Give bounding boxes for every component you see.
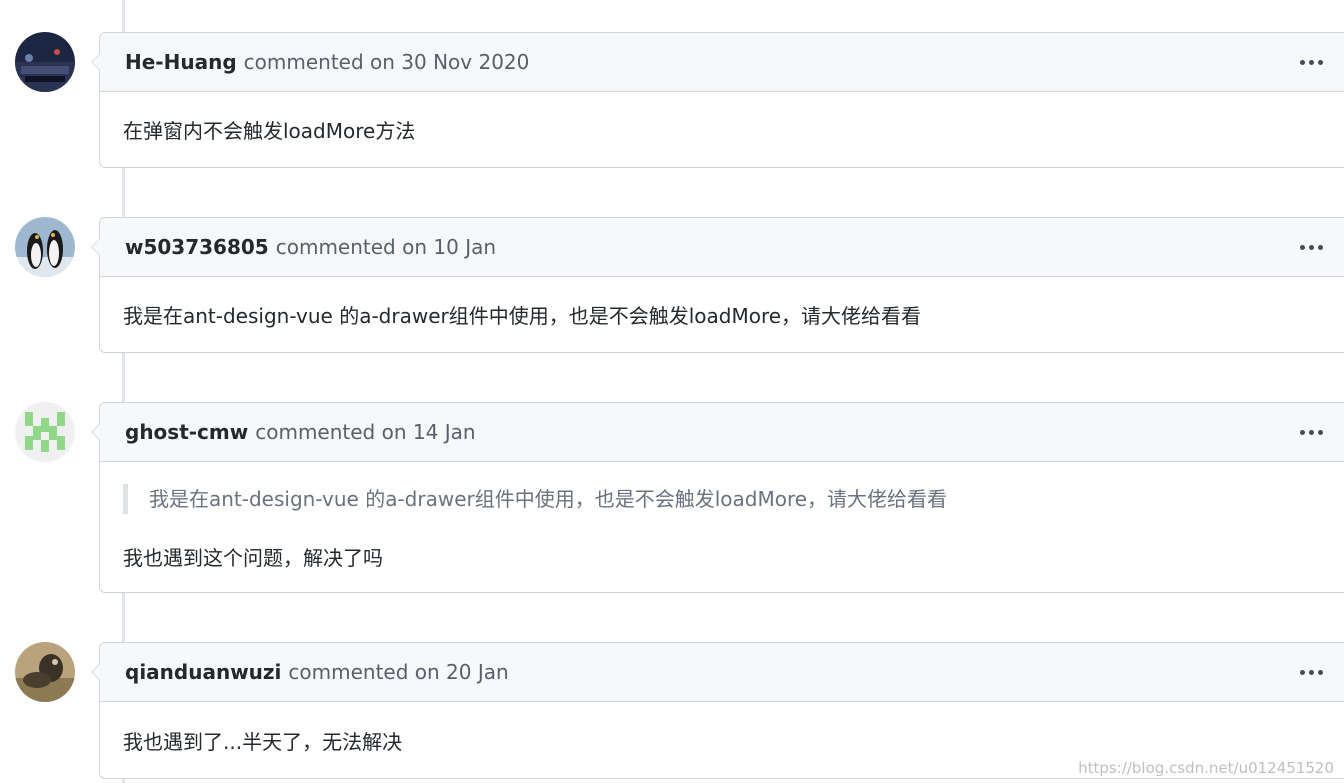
comment-author[interactable]: He-Huang bbox=[125, 50, 237, 74]
comment-timestamp[interactable]: commented on 20 Jan bbox=[288, 660, 508, 684]
blockquote: 我是在ant-design-vue 的a-drawer组件中使用，也是不会触发l… bbox=[123, 484, 947, 514]
watermark: https://blog.csdn.net/u012451520 bbox=[1078, 759, 1334, 777]
more-options-icon[interactable] bbox=[1296, 50, 1326, 74]
more-options-icon[interactable] bbox=[1296, 660, 1326, 684]
comment-body: 我是在ant-design-vue 的a-drawer组件中使用，也是不会触发l… bbox=[100, 462, 1344, 592]
comment-timestamp[interactable]: commented on 30 Nov 2020 bbox=[244, 50, 530, 74]
comment-box: ghost-cmw commented on 14 Jan 我是在ant-des… bbox=[91, 402, 1344, 593]
avatar-identicon-green-icon bbox=[15, 402, 75, 462]
comment-header: He-Huang commented on 30 Nov 2020 bbox=[100, 33, 1344, 92]
comment-author[interactable]: w503736805 bbox=[125, 235, 269, 259]
comment-header: ghost-cmw commented on 14 Jan bbox=[100, 403, 1344, 462]
avatar-animal-photo-icon bbox=[15, 642, 75, 702]
comment-author[interactable]: ghost-cmw bbox=[125, 420, 248, 444]
avatar-dark-landscape-icon bbox=[15, 32, 75, 92]
avatar[interactable] bbox=[15, 32, 75, 92]
avatar-penguins-icon bbox=[15, 217, 75, 277]
comment-text: 在弹窗内不会触发loadMore方法 bbox=[123, 119, 416, 143]
avatar[interactable] bbox=[15, 217, 75, 277]
comment-box: He-Huang commented on 30 Nov 2020 在弹窗内不会… bbox=[91, 32, 1344, 168]
quoted-text: 我是在ant-design-vue 的a-drawer组件中使用，也是不会触发l… bbox=[149, 487, 948, 511]
comment-timestamp[interactable]: commented on 14 Jan bbox=[255, 420, 475, 444]
comment-header: qianduanwuzi commented on 20 Jan bbox=[100, 643, 1344, 702]
comment-body: 我是在ant-design-vue 的a-drawer组件中使用，也是不会触发l… bbox=[100, 277, 1344, 352]
comment-body: 在弹窗内不会触发loadMore方法 bbox=[100, 92, 1344, 167]
avatar[interactable] bbox=[15, 642, 75, 702]
comment-timestamp[interactable]: commented on 10 Jan bbox=[276, 235, 496, 259]
comment-header: w503736805 commented on 10 Jan bbox=[100, 218, 1344, 277]
comment-text: 我是在ant-design-vue 的a-drawer组件中使用，也是不会触发l… bbox=[123, 304, 922, 328]
more-options-icon[interactable] bbox=[1296, 420, 1326, 444]
comment-author[interactable]: qianduanwuzi bbox=[125, 660, 281, 684]
comment-box: w503736805 commented on 10 Jan 我是在ant-de… bbox=[91, 217, 1344, 353]
comment-text: 我也遇到了...半天了，无法解决 bbox=[123, 729, 403, 754]
avatar[interactable] bbox=[15, 402, 75, 462]
comment-text: 我也遇到这个问题，解决了吗 bbox=[123, 546, 383, 570]
more-options-icon[interactable] bbox=[1296, 235, 1326, 259]
